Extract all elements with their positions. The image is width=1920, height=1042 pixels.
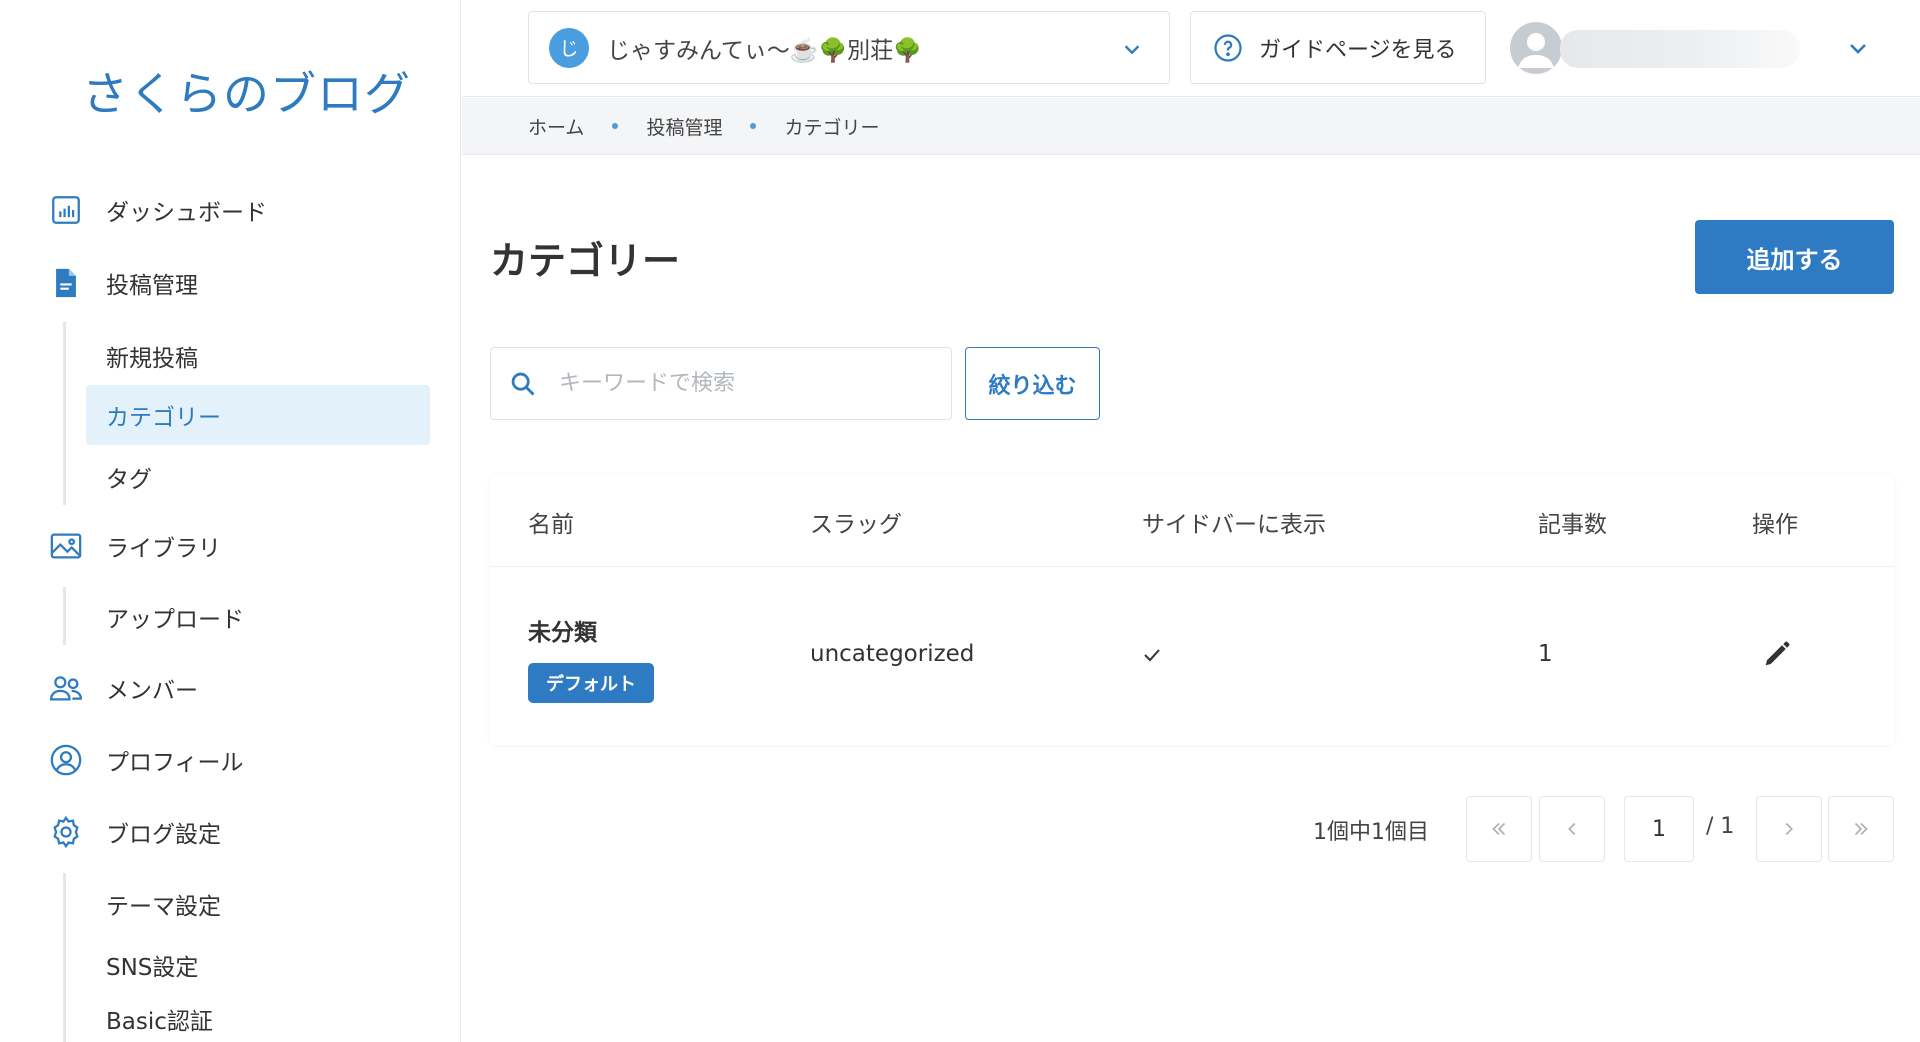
breadcrumb-posts[interactable]: 投稿管理 xyxy=(646,113,722,140)
breadcrumb-current: カテゴリー xyxy=(784,116,880,139)
guide-button[interactable]: ガイドページを見る xyxy=(1190,11,1486,84)
sidebar-item-label: ブログ設定 xyxy=(106,822,221,848)
sidebar-sub-tag[interactable]: タグ xyxy=(86,447,430,507)
gear-icon xyxy=(48,814,84,850)
next-page-button[interactable] xyxy=(1756,796,1822,862)
sidebar-item-profile[interactable]: プロフィール xyxy=(48,736,244,784)
check-icon xyxy=(1144,649,1160,662)
sidebar-item-label: プロフィール xyxy=(106,750,244,776)
sidebar-item-label: 投稿管理 xyxy=(106,273,198,299)
sidebar-item-dashboard[interactable]: ダッシュボード xyxy=(48,186,267,234)
default-badge: デフォルト xyxy=(528,663,654,703)
chevron-down-icon xyxy=(1850,44,1866,54)
sidebar-sub-upload[interactable]: アップロード xyxy=(86,587,430,647)
sidebar-item-blog-settings[interactable]: ブログ設定 xyxy=(48,808,221,856)
guide-label: ガイドページを見る xyxy=(1259,37,1457,63)
sidebar-item-members[interactable]: メンバー xyxy=(48,664,198,712)
chevron-down-icon xyxy=(1124,45,1140,55)
document-icon xyxy=(48,265,84,301)
chevron-right-icon xyxy=(1785,822,1793,836)
double-chevron-left-icon xyxy=(1492,822,1506,836)
header-slug: スラッグ xyxy=(810,512,902,538)
blog-selector[interactable]: じ じゃすみんてぃ〜☕️🌳別荘🌳 xyxy=(528,11,1170,84)
sidebar-sub-category[interactable]: カテゴリー xyxy=(86,385,430,445)
logo[interactable]: さくらのブログ xyxy=(82,58,411,124)
sidebar-item-library[interactable]: ライブラリ xyxy=(48,522,221,570)
article-count: 1 xyxy=(1538,641,1553,667)
submenu-line xyxy=(63,587,66,645)
double-chevron-right-icon xyxy=(1854,822,1868,836)
sidebar-item-posts[interactable]: 投稿管理 xyxy=(48,259,198,307)
add-button[interactable]: 追加する xyxy=(1695,220,1894,294)
table-header: 名前 スラッグ サイドバーに表示 記事数 操作 xyxy=(490,475,1894,567)
sidebar: さくらのブログ ダッシュボード 投稿管理 新規投稿 カテゴリー タグ ライブラリ… xyxy=(0,0,461,1042)
sidebar-sub-sns[interactable]: SNS設定 xyxy=(86,935,430,995)
user-circle-icon xyxy=(48,742,84,778)
chevron-left-icon xyxy=(1568,822,1576,836)
breadcrumb-separator xyxy=(612,123,619,129)
user-avatar xyxy=(1510,22,1562,74)
submenu-line xyxy=(63,873,66,1042)
page-total: / 1 xyxy=(1706,814,1735,839)
header-count: 記事数 xyxy=(1538,512,1607,538)
blog-name: じゃすみんてぃ〜☕️🌳別荘🌳 xyxy=(607,37,922,64)
sidebar-sub-new-post[interactable]: 新規投稿 xyxy=(86,326,430,386)
page-number-input[interactable]: 1 xyxy=(1624,796,1694,862)
filter-button[interactable]: 絞り込む xyxy=(965,347,1100,420)
breadcrumb-separator xyxy=(750,123,757,129)
search-icon xyxy=(511,372,535,395)
category-name[interactable]: 未分類 xyxy=(528,613,597,647)
search-box xyxy=(490,347,952,420)
sidebar-item-label: ダッシュボード xyxy=(106,200,267,226)
sidebar-sub-basic-auth[interactable]: Basic認証 xyxy=(86,995,430,1042)
sidebar-item-label: メンバー xyxy=(106,678,198,704)
breadcrumb-home[interactable]: ホーム xyxy=(528,113,584,140)
last-page-button[interactable] xyxy=(1828,796,1894,862)
pagination-summary: 1個中1個目 xyxy=(1313,820,1429,845)
users-icon xyxy=(48,670,84,706)
prev-page-button[interactable] xyxy=(1539,796,1605,862)
bar-chart-icon xyxy=(48,192,84,228)
first-page-button[interactable] xyxy=(1466,796,1532,862)
pencil-icon[interactable] xyxy=(1762,639,1792,669)
search-input[interactable] xyxy=(559,371,939,396)
header-sidebar: サイドバーに表示 xyxy=(1142,512,1326,538)
breadcrumb: ホーム 投稿管理 カテゴリー xyxy=(462,98,1920,155)
header-name: 名前 xyxy=(528,512,574,538)
submenu-line xyxy=(63,322,66,505)
user-menu[interactable] xyxy=(1510,18,1866,78)
blog-avatar: じ xyxy=(549,27,589,68)
category-slug: uncategorized xyxy=(810,641,975,667)
page-title: カテゴリー xyxy=(490,239,681,283)
image-icon xyxy=(48,528,84,564)
header-actions: 操作 xyxy=(1752,512,1798,538)
category-table: 名前 スラッグ サイドバーに表示 記事数 操作 未分類 デフォルト uncate… xyxy=(490,475,1894,745)
sidebar-item-label: ライブラリ xyxy=(106,536,221,562)
user-name-redacted xyxy=(1560,30,1800,68)
sidebar-sub-theme[interactable]: テーマ設定 xyxy=(86,874,430,934)
top-bar: じ じゃすみんてぃ〜☕️🌳別荘🌳 ガイドページを見る xyxy=(462,0,1920,97)
help-circle-icon xyxy=(1214,33,1242,62)
